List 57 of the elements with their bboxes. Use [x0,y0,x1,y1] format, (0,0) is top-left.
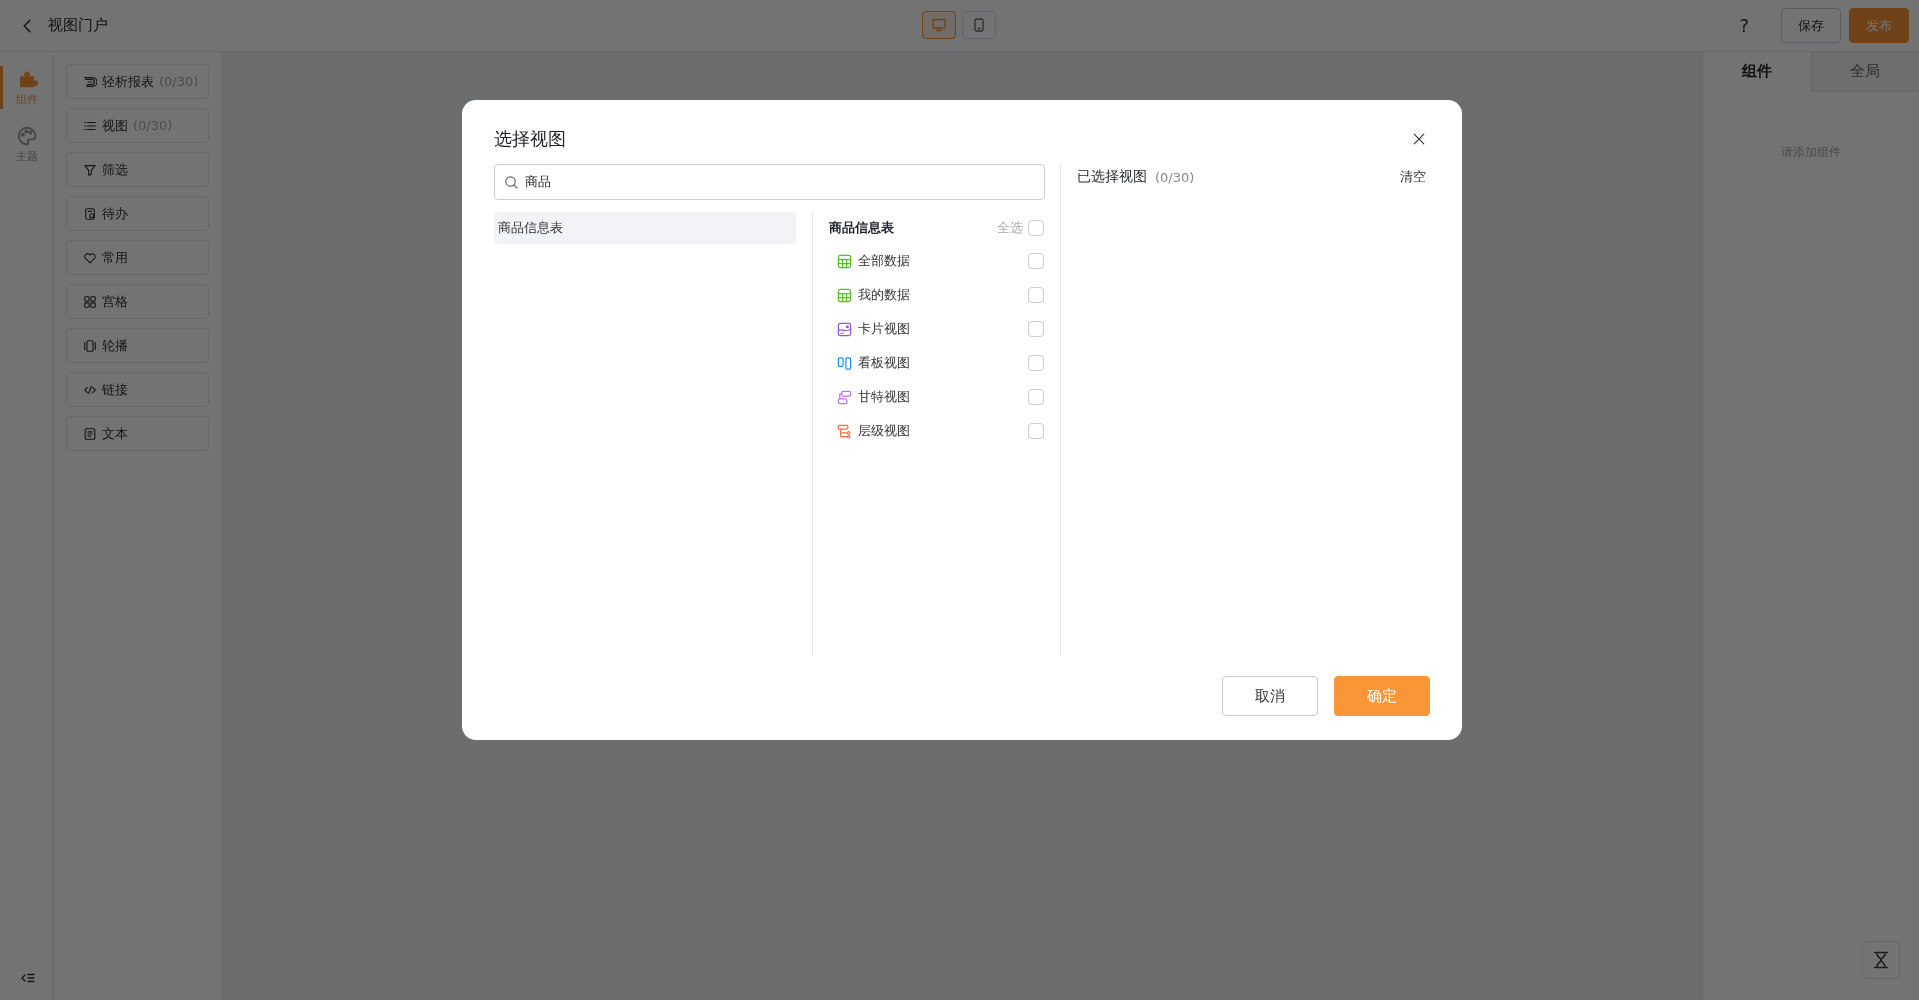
confirm-button[interactable]: 确定 [1334,676,1430,716]
gantt-icon [837,389,852,405]
table-icon [837,287,852,303]
view-name: 我的数据 [858,286,911,304]
component-item[interactable]: 文本 [66,416,209,451]
component-item[interactable]: 筛选 [66,152,209,187]
close-icon [1412,132,1426,146]
select-all-label: 全选 [997,219,1023,237]
cancel-button[interactable]: 取消 [1222,676,1318,716]
view-checkbox[interactable] [1028,321,1044,337]
dialog-title: 选择视图 [494,127,566,151]
view-checkbox[interactable] [1028,253,1044,269]
view-checkbox[interactable] [1028,423,1044,439]
hourglass-icon [1871,950,1891,970]
phone-toggle[interactable] [962,11,996,39]
view-name: 看板视图 [858,354,911,372]
save-button[interactable]: 保存 [1781,8,1841,43]
card-icon [837,321,852,337]
component-item[interactable]: 宫格 [66,284,209,319]
selected-count: (0/30) [1155,169,1196,185]
carousel-icon [83,338,97,353]
table-item[interactable]: 商品信息表 [494,212,796,244]
select-all-checkbox[interactable] [1028,220,1044,236]
phone-icon [971,17,987,33]
search-field[interactable]: 商品 [494,164,1045,200]
list-heading: 商品信息表 [829,219,895,237]
close-button[interactable] [1412,132,1426,146]
component-item[interactable]: 待办 [66,196,209,231]
search-icon [504,175,519,190]
panel-title: 已选择视图 [1077,168,1147,186]
component-item[interactable]: 常用 [66,240,209,275]
clipboard-icon [83,206,97,221]
document-icon [83,426,97,441]
grid-icon [83,294,97,309]
hourglass-button[interactable] [1862,941,1900,979]
panel-tab[interactable]: 全局 [1810,52,1919,92]
component-item[interactable]: 轮播 [66,328,209,363]
filter-icon [83,162,97,177]
view-name: 甘特视图 [858,388,911,406]
kanban-icon [837,355,852,371]
help-button[interactable]: ? [1739,15,1749,36]
view-checkbox[interactable] [1028,389,1044,405]
view-checkbox[interactable] [1028,287,1044,303]
table-icon [837,253,852,269]
desktop-toggle[interactable] [922,11,956,39]
desktop-icon [931,17,947,33]
component-item[interactable]: 链接 [66,372,209,407]
view-checkbox[interactable] [1028,355,1044,371]
report-icon [83,74,97,89]
clear-link[interactable]: 清空 [1400,168,1426,186]
view-name: 层级视图 [858,422,911,440]
page-title: 视图门户 [48,16,108,35]
view-name: 卡片视图 [858,320,911,338]
hierarchy-icon [837,423,852,439]
heart-icon [83,250,97,265]
palette-icon [15,125,38,147]
view-name: 全部数据 [858,252,911,270]
